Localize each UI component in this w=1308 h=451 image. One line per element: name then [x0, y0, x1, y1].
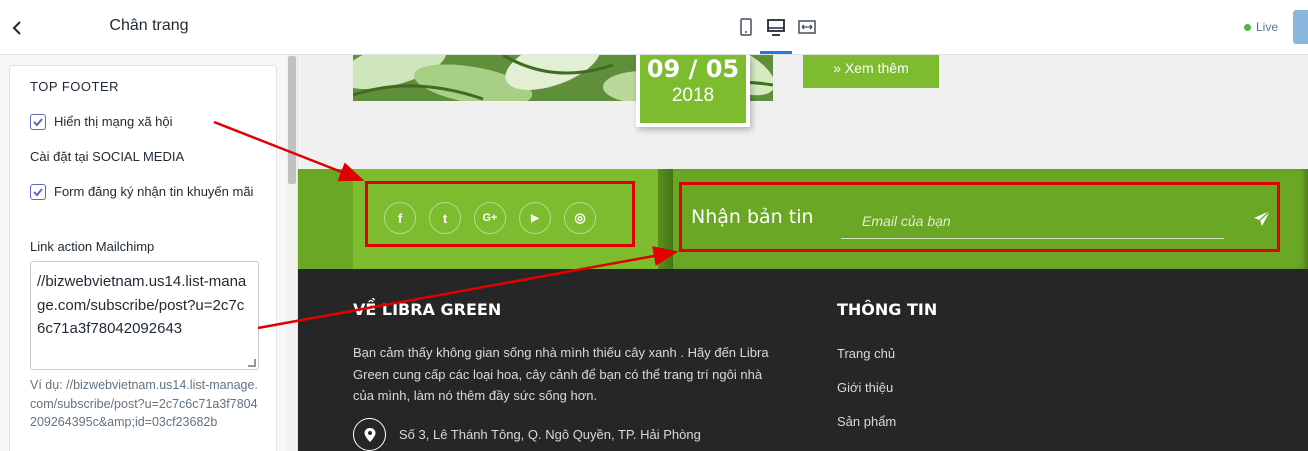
footer-address: Số 3, Lê Thánh Tông, Q. Ngô Quyền, TP. H… [399, 427, 701, 442]
newsletter-label: Form đăng ký nhận tin khuyến mãi [54, 184, 254, 199]
mailchimp-link-value: //bizwebvietnam.us14.list-manage.com/sub… [37, 273, 247, 337]
sidebar-header: Chân trang [0, 0, 298, 55]
about-description: Bạn cảm thấy không gian sống nhà mình th… [353, 345, 769, 403]
mobile-icon [740, 18, 752, 36]
live-status: Live [1244, 20, 1278, 34]
checkmark-icon [33, 118, 43, 127]
sidebar-title: Chân trang [109, 17, 189, 34]
checkmark-icon [33, 188, 43, 197]
site-preview: 09 / 05 2018 » Xem thêm f t G+ ▶ ◎ Nhận … [298, 55, 1308, 451]
section-title: TOP FOOTER [30, 79, 120, 94]
newsletter-checkbox[interactable] [30, 184, 46, 200]
sidebar-scrollbar-thumb[interactable] [288, 56, 296, 184]
preview-toolbar: Live [298, 0, 1308, 55]
footer-link-home[interactable]: Trang chủ [837, 346, 895, 361]
resize-handle[interactable] [248, 359, 256, 367]
desktop-view-button[interactable] [766, 17, 786, 37]
live-dot-icon [1244, 23, 1251, 31]
footer-link-about[interactable]: Giới thiệu [837, 380, 893, 395]
post-date-year: 2018 [671, 85, 715, 106]
address-pin [353, 418, 386, 451]
show-social-label: Hiển thị mạng xã hội [54, 114, 173, 129]
fullwidth-view-button[interactable] [797, 17, 817, 37]
social-highlight-box [365, 181, 635, 247]
settings-sidebar: Chân trang TOP FOOTER Hiển thị mạng xã h… [0, 0, 298, 451]
social-settings-note: Cài đặt tại SOCIAL MEDIA [30, 149, 185, 164]
info-heading: THÔNG TIN [837, 300, 938, 319]
show-social-checkbox[interactable] [30, 114, 46, 130]
newsletter-highlight-box [679, 182, 1280, 252]
mailchimp-label: Link action Mailchimp [30, 239, 155, 254]
about-heading: VỀ LIBRA GREEN [353, 300, 502, 319]
post-date-badge: 09 / 05 2018 [636, 55, 750, 127]
read-more-button[interactable]: » Xem thêm [803, 55, 939, 88]
footer-link-products[interactable]: Sản phẩm [837, 414, 896, 429]
example-help-text: Ví dụ: //bizwebvietnam.us14.list-manage.… [30, 378, 258, 429]
post-date-day: 09 / 05 [646, 55, 740, 83]
show-social-checkbox-row[interactable]: Hiển thị mạng xã hội [30, 114, 173, 132]
live-label: Live [1256, 20, 1279, 34]
fullwidth-icon [798, 20, 816, 34]
top-footer-settings-card: TOP FOOTER Hiển thị mạng xã hội Cài đặt … [9, 65, 277, 451]
desktop-icon [767, 19, 785, 36]
map-pin-icon [364, 427, 375, 442]
newsletter-checkbox-row[interactable]: Form đăng ký nhận tin khuyến mãi [30, 184, 255, 202]
active-device-indicator [760, 51, 792, 54]
publish-button[interactable] [1293, 10, 1308, 44]
mobile-view-button[interactable] [736, 17, 756, 37]
mailchimp-link-textarea[interactable]: //bizwebvietnam.us14.list-manage.com/sub… [30, 261, 259, 370]
